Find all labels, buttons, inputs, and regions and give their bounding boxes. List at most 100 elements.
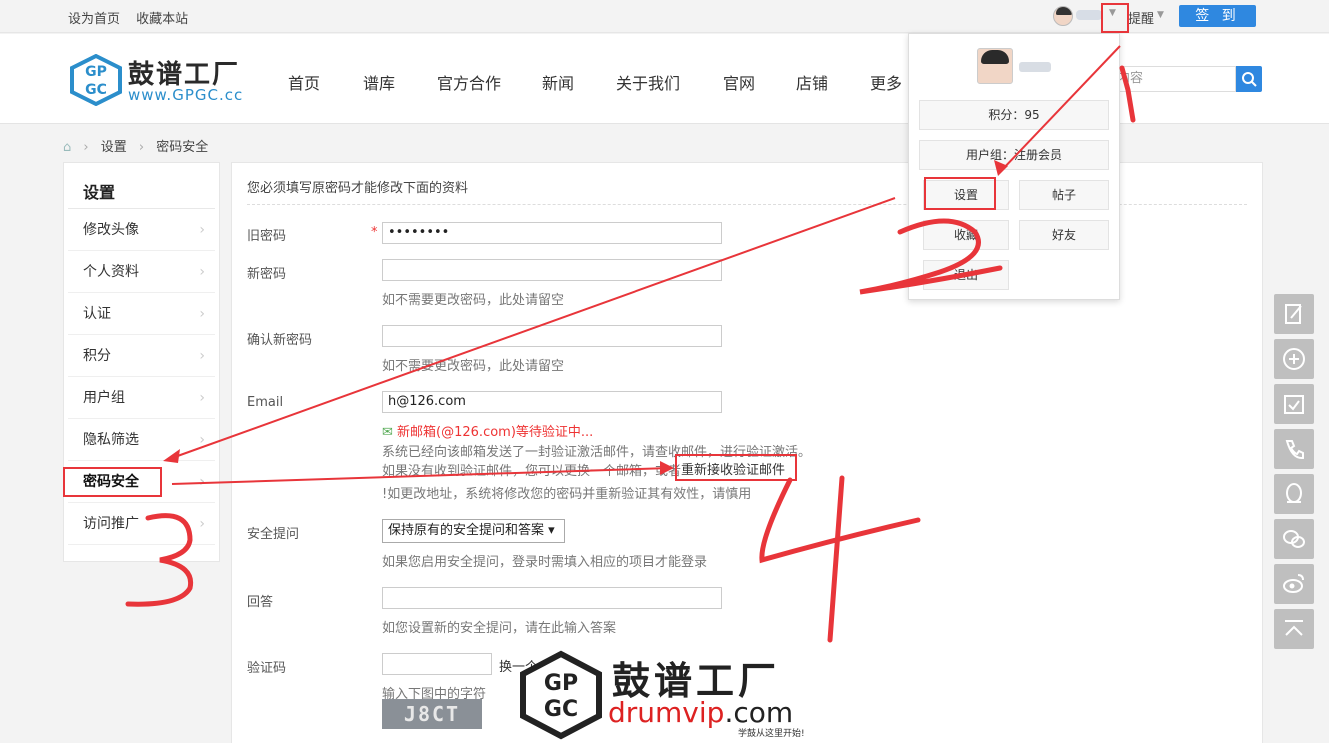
username-blurred[interactable]	[1076, 10, 1102, 20]
friends-button[interactable]: 好友	[1019, 220, 1109, 250]
user-avatar[interactable]	[1053, 6, 1073, 26]
chevron-right-icon: ›	[199, 264, 205, 280]
logo-icon: GP GC	[70, 54, 122, 106]
remind-link[interactable]: 提醒	[1128, 8, 1154, 27]
dropdown-avatar[interactable]	[977, 48, 1013, 84]
watermark-url: drumvip.com	[608, 696, 793, 729]
captcha-input[interactable]	[382, 653, 492, 675]
user-menu-caret-icon[interactable]: ▼	[1109, 8, 1121, 22]
breadcrumb-password[interactable]: 密码安全	[156, 140, 208, 155]
plus-circle-icon[interactable]	[1274, 339, 1314, 379]
sidebar-item-privacy[interactable]: 隐私筛选 ›	[68, 419, 215, 461]
chevron-right-icon: ›	[199, 222, 205, 238]
nav-item-news[interactable]: 新闻	[542, 70, 574, 94]
watermark-url-suffix: .com	[724, 696, 794, 729]
qq-icon[interactable]	[1274, 474, 1314, 514]
confirm-password-hint: 如不需要更改密码，此处请留空	[382, 359, 565, 374]
watermark-slogan: 学鼓从这里开始!	[738, 729, 805, 739]
nav-item-shop[interactable]: 店铺	[796, 70, 828, 94]
sidebar-item-label: 访问推广	[83, 516, 139, 532]
sidebar-title: 设置	[68, 163, 215, 209]
sidebar-item-password-security[interactable]: 密码安全 ›	[68, 461, 215, 503]
settings-button[interactable]: 设置	[923, 180, 1009, 210]
sidebar-item-label: 用户组	[83, 390, 125, 406]
bookmark-link[interactable]: 收藏本站	[136, 12, 188, 27]
checkin-button[interactable]: 签 到	[1179, 5, 1256, 27]
old-password-label: 旧密码	[247, 229, 287, 244]
mail-icon: ✉	[382, 425, 393, 440]
edit-icon[interactable]	[1274, 294, 1314, 334]
set-homepage-link[interactable]: 设为首页	[68, 12, 120, 27]
nav-item-more[interactable]: 更多	[870, 70, 902, 94]
phone-icon[interactable]	[1274, 429, 1314, 469]
sidebar-item-label: 密码安全	[83, 474, 139, 490]
breadcrumb: ⌂ › 设置 › 密码安全	[63, 136, 216, 155]
user-dropdown-menu: 积分：95 用户组：注册会员 设置 帖子 收藏 好友 退出	[908, 33, 1120, 300]
confirm-password-input[interactable]	[382, 325, 722, 347]
chevron-right-icon: ›	[199, 474, 205, 490]
security-question-label: 安全提问	[247, 527, 300, 542]
answer-label: 回答	[247, 595, 274, 610]
sidebar-item-label: 隐私筛选	[83, 432, 139, 448]
email-input[interactable]: h@126.com	[382, 391, 722, 413]
nav-item-partners[interactable]: 官方合作	[437, 70, 501, 94]
drumvip-watermark: GP GC 鼓谱工厂 drumvip.com 学鼓从这里开始!	[516, 648, 816, 743]
site-logo[interactable]: GP GC 鼓谱工厂 www.GPGC.cc	[68, 52, 258, 108]
logout-button[interactable]: 退出	[923, 260, 1009, 290]
sidebar-item-verify[interactable]: 认证 ›	[68, 293, 215, 335]
email-label: Email	[247, 395, 284, 410]
sidebar-item-avatar[interactable]: 修改头像 ›	[68, 209, 215, 251]
svg-text:GC: GC	[544, 697, 578, 722]
new-password-label: 新密码	[247, 267, 287, 282]
sidebar-item-points[interactable]: 积分 ›	[68, 335, 215, 377]
email-warning-text: !如更改地址，系统将修改您的密码并重新验证其有效性，请慎用	[382, 487, 752, 502]
email-pending-text: 新邮箱(@126.com)等待验证中...	[397, 425, 594, 440]
sidebar-item-label: 认证	[83, 306, 111, 322]
home-icon[interactable]: ⌂	[63, 140, 71, 155]
wechat-icon[interactable]	[1274, 519, 1314, 559]
points-button[interactable]: 积分：95	[919, 100, 1109, 130]
nav-item-home[interactable]: 首页	[288, 70, 320, 94]
chevron-right-icon: ›	[199, 390, 205, 406]
answer-input[interactable]	[382, 587, 722, 609]
header: GP GC 鼓谱工厂 www.GPGC.cc 首页 谱库 官方合作 新闻 关于我…	[0, 34, 1329, 124]
search-input[interactable]: 内容	[1108, 66, 1236, 92]
breadcrumb-settings[interactable]: 设置	[101, 140, 127, 155]
logo-url: www.GPGC.cc	[128, 86, 244, 104]
old-password-input[interactable]: ••••••••	[382, 222, 722, 244]
sidebar-item-label: 修改头像	[83, 222, 139, 238]
captcha-image[interactable]: J8CT	[382, 699, 482, 729]
search-button[interactable]	[1236, 66, 1262, 92]
sidebar-item-profile[interactable]: 个人资料 ›	[68, 251, 215, 293]
answer-hint: 如您设置新的安全提问，请在此输入答案	[382, 621, 617, 636]
dropdown-username-blurred[interactable]	[1019, 62, 1051, 72]
weibo-icon[interactable]	[1274, 564, 1314, 604]
top-links: 设为首页 收藏本站	[68, 8, 200, 27]
nav-item-official[interactable]: 官网	[723, 70, 755, 94]
nav-item-about[interactable]: 关于我们	[616, 70, 680, 94]
watermark-logo-icon: GP GC	[520, 650, 602, 740]
usergroup-button[interactable]: 用户组：注册会员	[919, 140, 1109, 170]
chevron-right-icon: ›	[199, 432, 205, 448]
posts-button[interactable]: 帖子	[1019, 180, 1109, 210]
favorites-button[interactable]: 收藏	[923, 220, 1009, 250]
back-to-top-icon[interactable]	[1274, 609, 1314, 649]
svg-text:GP: GP	[85, 64, 107, 80]
sidebar-item-label: 积分	[83, 348, 111, 364]
security-question-select[interactable]: 保持原有的安全提问和答案 ▾	[382, 519, 565, 543]
email-no-receive-text: 如果没有收到验证邮件，您可以更换一个邮箱，或者	[382, 464, 682, 479]
chevron-right-icon: ›	[199, 348, 205, 364]
remind-caret-icon[interactable]: ▼	[1157, 10, 1164, 20]
security-question-hint: 如果您启用安全提问，登录时需填入相应的项目才能登录	[382, 555, 708, 570]
resend-verification-link[interactable]: 重新接收验证邮件	[681, 459, 785, 478]
nav-item-library[interactable]: 谱库	[363, 70, 395, 94]
breadcrumb-sep: ›	[138, 140, 145, 155]
new-password-hint: 如不需要更改密码，此处请留空	[382, 293, 565, 308]
search-icon	[1242, 72, 1257, 87]
calendar-check-icon[interactable]	[1274, 384, 1314, 424]
watermark-url-main: drumvip	[608, 696, 725, 729]
sidebar-item-usergroup[interactable]: 用户组 ›	[68, 377, 215, 419]
sidebar-item-promotion[interactable]: 访问推广 ›	[68, 503, 215, 545]
confirm-password-label: 确认新密码	[247, 333, 313, 348]
new-password-input[interactable]	[382, 259, 722, 281]
